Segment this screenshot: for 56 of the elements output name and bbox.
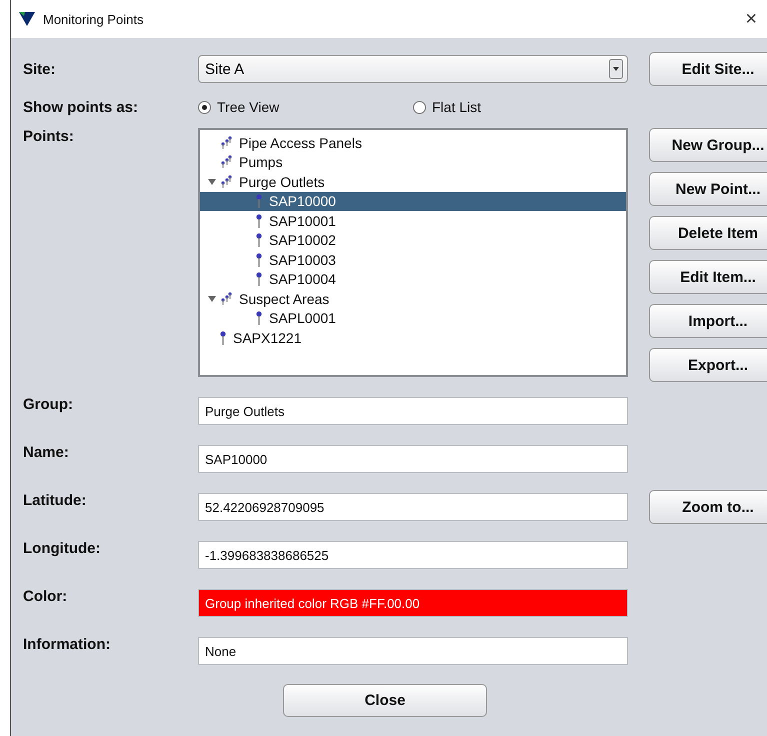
- edit-site-button[interactable]: Edit Site...: [649, 52, 767, 86]
- text-field[interactable]: SAP10000: [198, 445, 628, 473]
- radio-label[interactable]: Tree View: [217, 99, 280, 115]
- pin-icon: [256, 194, 262, 208]
- radio-button[interactable]: [198, 100, 211, 114]
- close-button[interactable]: Close: [283, 684, 487, 717]
- point-group-icon: [220, 136, 232, 150]
- pin-icon: [256, 233, 262, 248]
- pin-icon: [256, 214, 262, 228]
- text-field[interactable]: 52.42206928709095: [198, 493, 628, 521]
- zoom-to-button[interactable]: Zoom to...: [649, 490, 767, 524]
- radio-label[interactable]: Flat List: [432, 99, 482, 115]
- action-button[interactable]: Export...: [649, 348, 767, 382]
- pin-icon: [256, 272, 262, 286]
- expand-arrow-icon[interactable]: [208, 294, 216, 303]
- text-field[interactable]: Purge Outlets: [198, 397, 628, 425]
- tree-item[interactable]: SAP10004: [269, 271, 336, 288]
- action-button[interactable]: Edit Item...: [649, 260, 767, 294]
- field-label: Points:: [23, 128, 75, 145]
- field-label: Color:: [23, 587, 68, 605]
- field-label: Name:: [23, 443, 70, 461]
- window-title: Monitoring Points: [43, 12, 144, 26]
- tree-item[interactable]: Pipe Access Panels: [239, 134, 362, 151]
- tree-item[interactable]: SAP10000: [269, 193, 336, 210]
- tree-item[interactable]: SAPX1221: [233, 330, 302, 346]
- pin-icon: [256, 252, 262, 267]
- pin-icon: [220, 330, 226, 345]
- tree-item[interactable]: Pumps: [239, 154, 283, 170]
- text-field[interactable]: -1.399683838686525: [198, 541, 628, 569]
- text-field[interactable]: Group inherited color RGB #FF.00.00: [198, 589, 628, 617]
- action-button[interactable]: New Group...: [649, 128, 767, 162]
- tree-item[interactable]: SAPL0001: [269, 310, 336, 326]
- tree-item[interactable]: SAP10001: [269, 212, 336, 229]
- expand-arrow-icon[interactable]: [208, 178, 216, 186]
- field-label: Longitude:: [23, 539, 102, 557]
- app-logo-icon: [19, 12, 35, 26]
- point-group-icon: [220, 174, 232, 189]
- tree-item[interactable]: SAP10003: [269, 252, 336, 268]
- close-icon[interactable]: ×: [745, 8, 757, 30]
- tree-item[interactable]: SAP10002: [269, 232, 336, 248]
- tree-item[interactable]: Purge Outlets: [239, 174, 325, 190]
- text-field[interactable]: None: [198, 637, 628, 665]
- point-group-icon: [220, 155, 232, 170]
- site-dropdown[interactable]: Site A: [198, 55, 628, 83]
- action-button[interactable]: Delete Item: [649, 216, 767, 250]
- tree-item[interactable]: Suspect Areas: [239, 290, 330, 307]
- field-label: Site:: [23, 60, 57, 78]
- field-label: Information:: [23, 635, 112, 653]
- point-group-icon: [220, 292, 232, 306]
- field-label: Group:: [23, 395, 74, 413]
- pin-icon: [256, 311, 262, 326]
- action-button[interactable]: Import...: [649, 304, 767, 338]
- action-button[interactable]: New Point...: [649, 172, 767, 206]
- field-label: Latitude:: [23, 491, 88, 509]
- field-label: Show points as:: [23, 98, 140, 116]
- radio-button[interactable]: [413, 100, 426, 114]
